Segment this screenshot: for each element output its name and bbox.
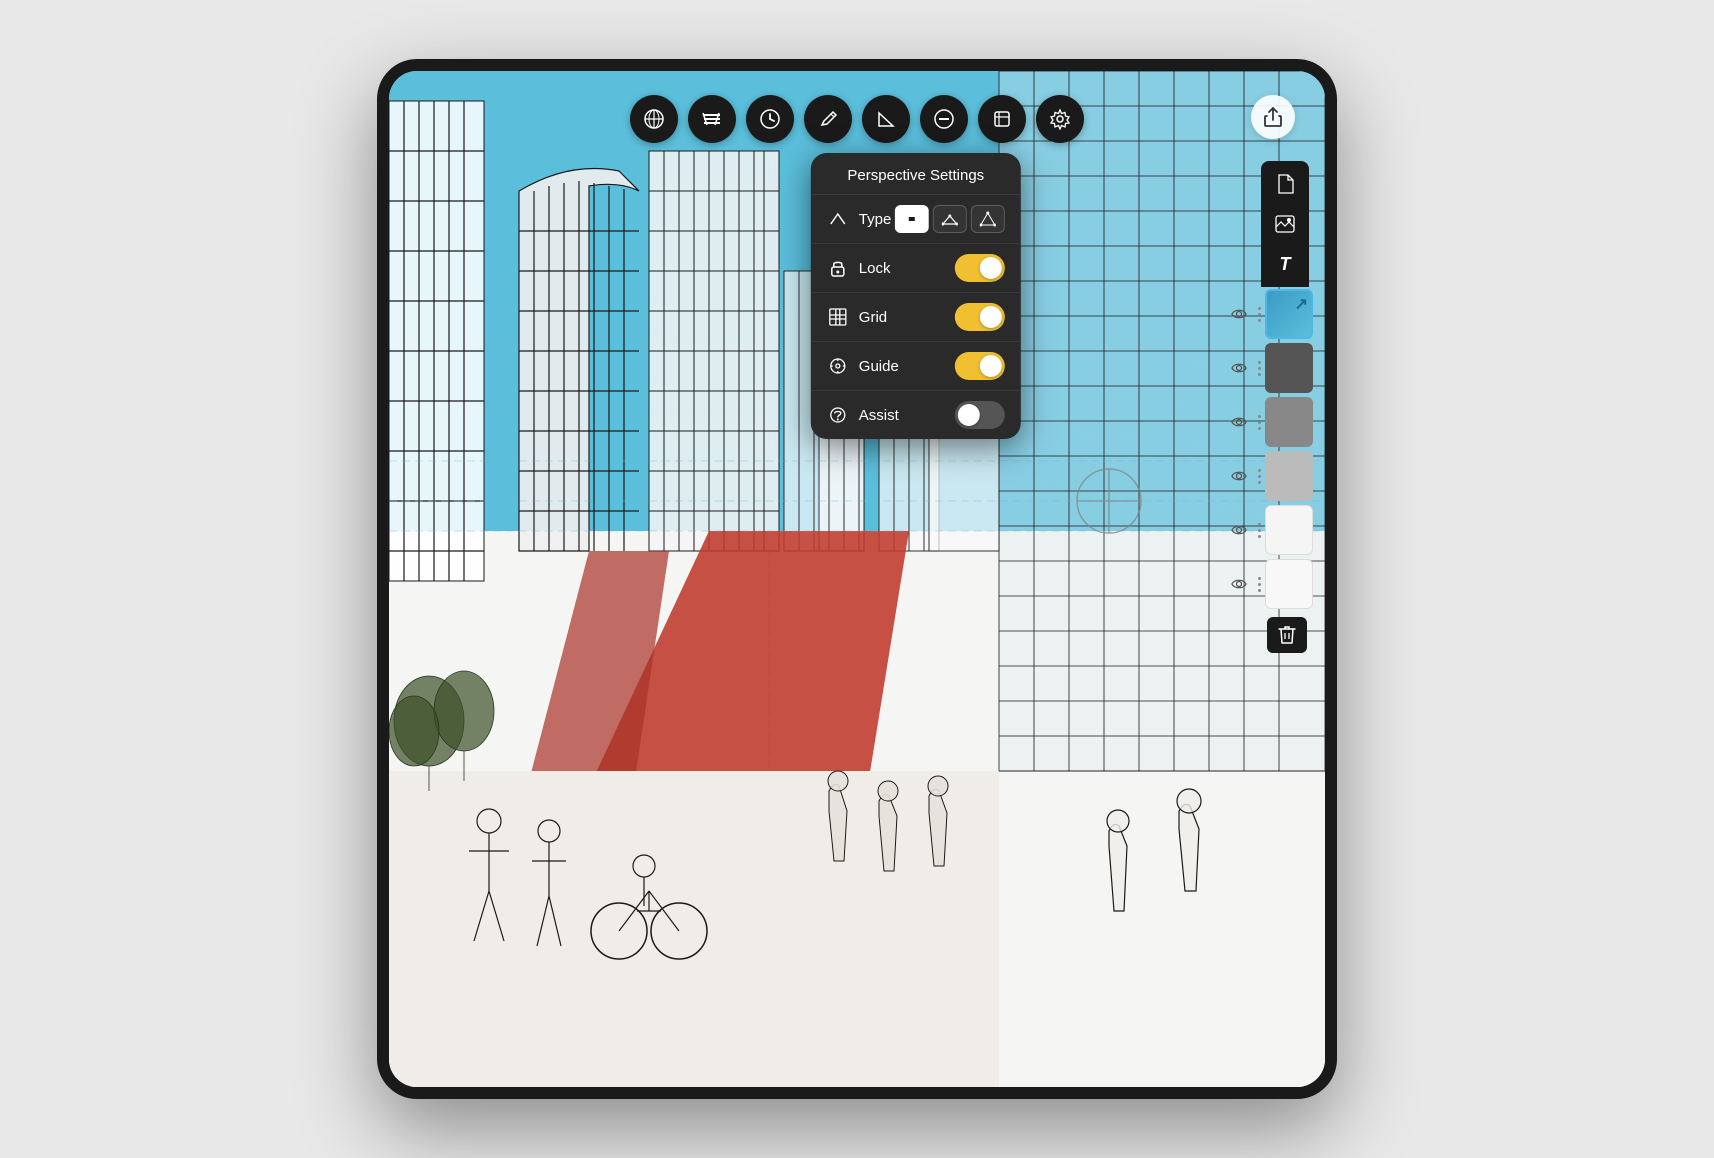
lock-toggle[interactable] [955,254,1005,282]
type-label: Type [859,211,895,228]
layer-4-thumbnail[interactable] [1265,451,1313,501]
layer-1-dots[interactable] [1253,287,1265,341]
assist-label: Assist [859,407,955,424]
layer-row-1: ↗ [1225,287,1313,341]
layer-3-thumbnail[interactable] [1265,397,1313,447]
tool-remove[interactable] [920,95,968,143]
perspective-type-icon [827,208,849,230]
tool-clock[interactable] [746,95,794,143]
layer-3-dots[interactable] [1253,395,1265,449]
type-1point-btn[interactable] [895,205,929,233]
tool-perspective[interactable] [630,95,678,143]
tool-pencil[interactable] [804,95,852,143]
guide-label: Guide [859,358,955,375]
share-button[interactable] [1251,95,1295,139]
layer-tool-page[interactable] [1265,165,1305,203]
layer-2-thumbnail[interactable] [1265,343,1313,393]
panel-row-lock: Lock [811,244,1021,293]
layer-row-5 [1225,503,1313,557]
trash-button[interactable] [1267,617,1307,653]
grid-icon [827,306,849,328]
assist-toggle[interactable] [955,401,1005,429]
guide-icon [827,355,849,377]
trash-container [1261,611,1313,653]
device-frame: Perspective Settings Type [377,59,1337,1099]
layer-row-2 [1225,341,1313,395]
layer-row-3 [1225,395,1313,449]
layer-2-dots[interactable] [1253,341,1265,395]
type-3point-btn[interactable] [971,205,1005,233]
panel-row-grid: Grid [811,293,1021,342]
panel-row-guide: Guide [811,342,1021,391]
layer-4-visibility[interactable] [1225,449,1253,503]
layer-6-thumbnail[interactable] [1265,559,1313,609]
layer-4-dots[interactable] [1253,449,1265,503]
perspective-settings-panel: Perspective Settings Type [811,153,1021,439]
layer-5-thumbnail[interactable] [1265,505,1313,555]
assist-icon [827,404,849,426]
layers-panel: T ↗ [1225,161,1313,653]
type-selector [895,205,1005,233]
panel-title: Perspective Settings [811,153,1021,195]
tool-grid[interactable] [688,95,736,143]
grid-toggle[interactable] [955,303,1005,331]
tool-import[interactable] [978,95,1026,143]
guide-toggle[interactable] [955,352,1005,380]
toolbar [630,95,1084,143]
layer-6-visibility[interactable] [1225,557,1253,611]
type-2point-btn[interactable] [933,205,967,233]
layer-row-6 [1225,557,1313,611]
layer-3-visibility[interactable] [1225,395,1253,449]
layer-tool-image[interactable] [1265,205,1305,243]
panel-row-type: Type [811,195,1021,244]
lock-label: Lock [859,260,955,277]
panel-row-assist: Assist [811,391,1021,439]
layer-1-visibility[interactable] [1225,287,1253,341]
layer-6-dots[interactable] [1253,557,1265,611]
layer-5-dots[interactable] [1253,503,1265,557]
canvas-area: Perspective Settings Type [389,71,1325,1087]
lock-icon [827,257,849,279]
layer-tool-text[interactable]: T [1265,245,1305,283]
layer-2-visibility[interactable] [1225,341,1253,395]
tool-angle[interactable] [862,95,910,143]
tool-settings[interactable] [1036,95,1084,143]
grid-label: Grid [859,309,955,326]
layer-row-4 [1225,449,1313,503]
layer-5-visibility[interactable] [1225,503,1253,557]
layer-1-thumbnail[interactable]: ↗ [1265,289,1313,339]
